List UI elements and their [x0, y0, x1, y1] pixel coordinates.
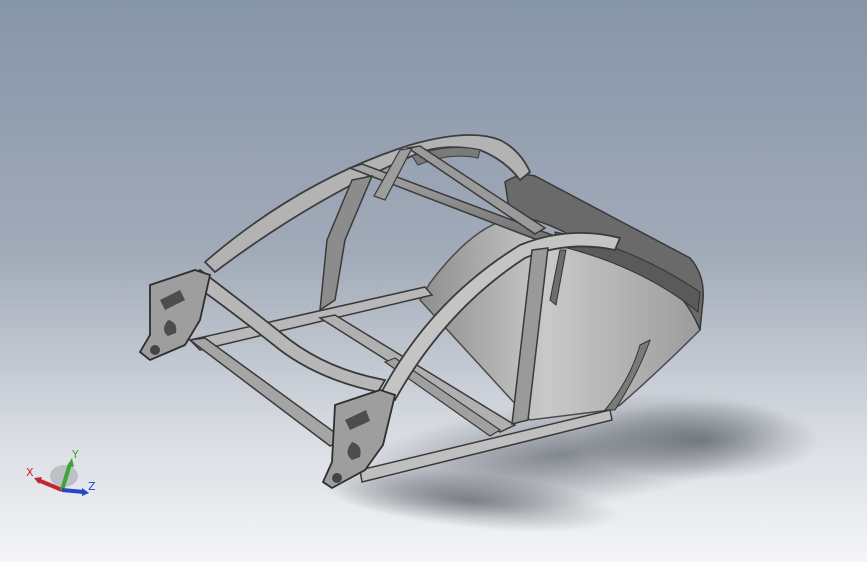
view-orientation-triad[interactable]: X Y Z	[22, 446, 102, 506]
z-axis-arrow	[61, 488, 85, 494]
roll-cage-model[interactable]	[0, 0, 867, 562]
x-axis-label: X	[26, 466, 34, 479]
z-axis-label: Z	[88, 480, 96, 493]
graphics-viewport[interactable]: X Y Z	[0, 0, 867, 562]
y-axis-label: Y	[71, 448, 79, 461]
